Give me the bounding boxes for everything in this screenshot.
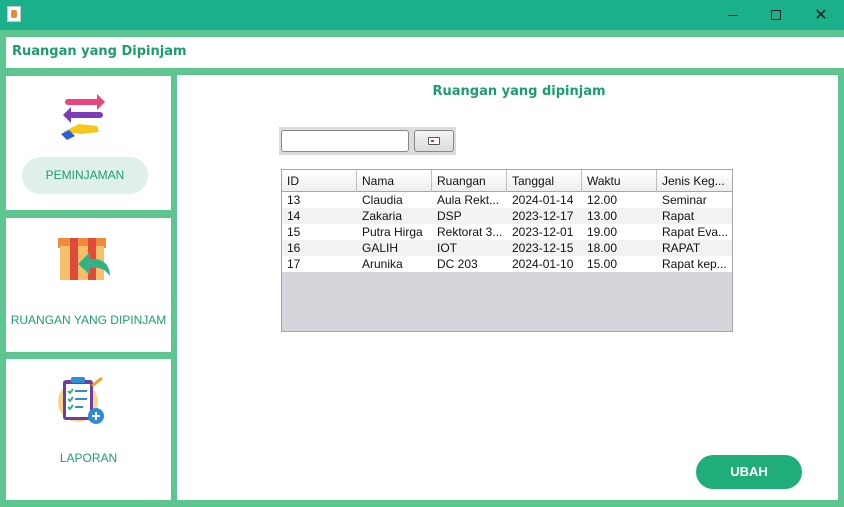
cell-id: 16 bbox=[287, 241, 301, 255]
cell-nama: Zakaria bbox=[362, 209, 403, 223]
column-header-id[interactable]: ID bbox=[282, 170, 357, 192]
column-header-nama[interactable]: Nama bbox=[357, 170, 432, 192]
cell-waktu: 12.00 bbox=[587, 193, 618, 207]
cell-id: 15 bbox=[287, 225, 301, 239]
column-header-ruangan[interactable]: Ruangan bbox=[432, 170, 507, 192]
page-header: Ruangan yang Dipinjam bbox=[6, 37, 844, 68]
table-row[interactable]: 14 Zakaria DSP 2023-12-17 13.00 Rapat bbox=[282, 208, 732, 224]
cell-jenis-kegiatan: Rapat Eva... bbox=[662, 225, 729, 239]
cell-nama: GALIH bbox=[362, 241, 399, 255]
column-header-waktu[interactable]: Waktu bbox=[582, 170, 657, 192]
cell-ruangan: DC 203 bbox=[437, 257, 478, 271]
search-button[interactable] bbox=[414, 130, 454, 152]
cell-tanggal: 2023-12-01 bbox=[512, 225, 574, 239]
clipboard-checklist-icon bbox=[58, 376, 104, 424]
cell-nama: Claudia bbox=[362, 193, 403, 207]
cell-jenis-kegiatan: Rapat kep... bbox=[662, 257, 727, 271]
section-title: Ruangan yang dipinjam bbox=[432, 84, 606, 99]
cell-tanggal: 2023-12-15 bbox=[512, 241, 574, 255]
box-return-arrow-icon bbox=[58, 238, 110, 280]
table-row[interactable]: 17 Arunika DC 203 2024-01-10 15.00 Rapat… bbox=[282, 256, 732, 272]
cell-ruangan: IOT bbox=[437, 241, 457, 255]
column-header-tanggal[interactable]: Tanggal bbox=[507, 170, 582, 192]
cell-ruangan: Aula Rekt... bbox=[437, 193, 500, 207]
cell-tanggal: 2023-12-17 bbox=[512, 209, 574, 223]
cell-jenis-kegiatan: Rapat bbox=[662, 209, 695, 223]
loans-table[interactable]: ID Nama Ruangan Tanggal Waktu Jenis Keg.… bbox=[281, 169, 733, 332]
sidebar-item-label: RUANGAN YANG DIPINJAM bbox=[10, 313, 167, 327]
cell-waktu: 15.00 bbox=[587, 257, 618, 271]
page-title: Ruangan yang Dipinjam bbox=[12, 44, 187, 59]
cell-nama: Putra Hirga bbox=[362, 225, 423, 239]
minimize-button[interactable] bbox=[710, 0, 756, 30]
cell-id: 13 bbox=[287, 193, 301, 207]
cell-tanggal: 2024-01-14 bbox=[512, 193, 574, 207]
table-row[interactable]: 16 GALIH IOT 2023-12-15 18.00 RAPAT bbox=[282, 240, 732, 256]
cell-id: 17 bbox=[287, 257, 301, 271]
cell-waktu: 18.00 bbox=[587, 241, 618, 255]
close-button[interactable]: ✕ bbox=[798, 0, 844, 30]
swap-arrows-hand-icon bbox=[61, 94, 105, 140]
maximize-icon bbox=[771, 10, 781, 20]
window-titlebar: ✕ bbox=[0, 0, 844, 30]
cell-jenis-kegiatan: Seminar bbox=[662, 193, 707, 207]
table-header: ID Nama Ruangan Tanggal Waktu Jenis Keg.… bbox=[282, 170, 732, 192]
sidebar-item-label: LAPORAN bbox=[59, 451, 118, 465]
peminjaman-button[interactable]: PEMINJAMAN bbox=[22, 157, 148, 194]
cell-jenis-kegiatan: RAPAT bbox=[662, 241, 701, 255]
java-app-icon bbox=[7, 6, 21, 22]
cell-ruangan: Rektorat 3... bbox=[437, 225, 503, 239]
cell-waktu: 19.00 bbox=[587, 225, 618, 239]
sidebar-item-peminjaman[interactable]: PEMINJAMAN bbox=[6, 76, 171, 210]
cell-id: 14 bbox=[287, 209, 301, 223]
sidebar-item-laporan[interactable]: LAPORAN bbox=[6, 359, 171, 500]
column-header-jenis-kegiatan[interactable]: Jenis Keg... bbox=[657, 170, 732, 192]
cell-tanggal: 2024-01-10 bbox=[512, 257, 574, 271]
main-panel: Ruangan yang dipinjam ID Nama Ruangan Ta… bbox=[177, 75, 838, 500]
cell-ruangan: DSP bbox=[437, 209, 462, 223]
search-input[interactable] bbox=[281, 130, 409, 152]
table-row[interactable]: 15 Putra Hirga Rektorat 3... 2023-12-01 … bbox=[282, 224, 732, 240]
cell-waktu: 13.00 bbox=[587, 209, 618, 223]
ubah-button[interactable]: UBAH bbox=[696, 455, 802, 489]
id-card-icon bbox=[428, 137, 440, 145]
maximize-button[interactable] bbox=[753, 0, 799, 30]
table-row[interactable]: 13 Claudia Aula Rekt... 2024-01-14 12.00… bbox=[282, 192, 732, 208]
cell-nama: Arunika bbox=[362, 257, 403, 271]
minimize-icon bbox=[728, 14, 738, 16]
sidebar-item-ruangan-yang-dipinjam[interactable]: RUANGAN YANG DIPINJAM bbox=[6, 218, 171, 352]
